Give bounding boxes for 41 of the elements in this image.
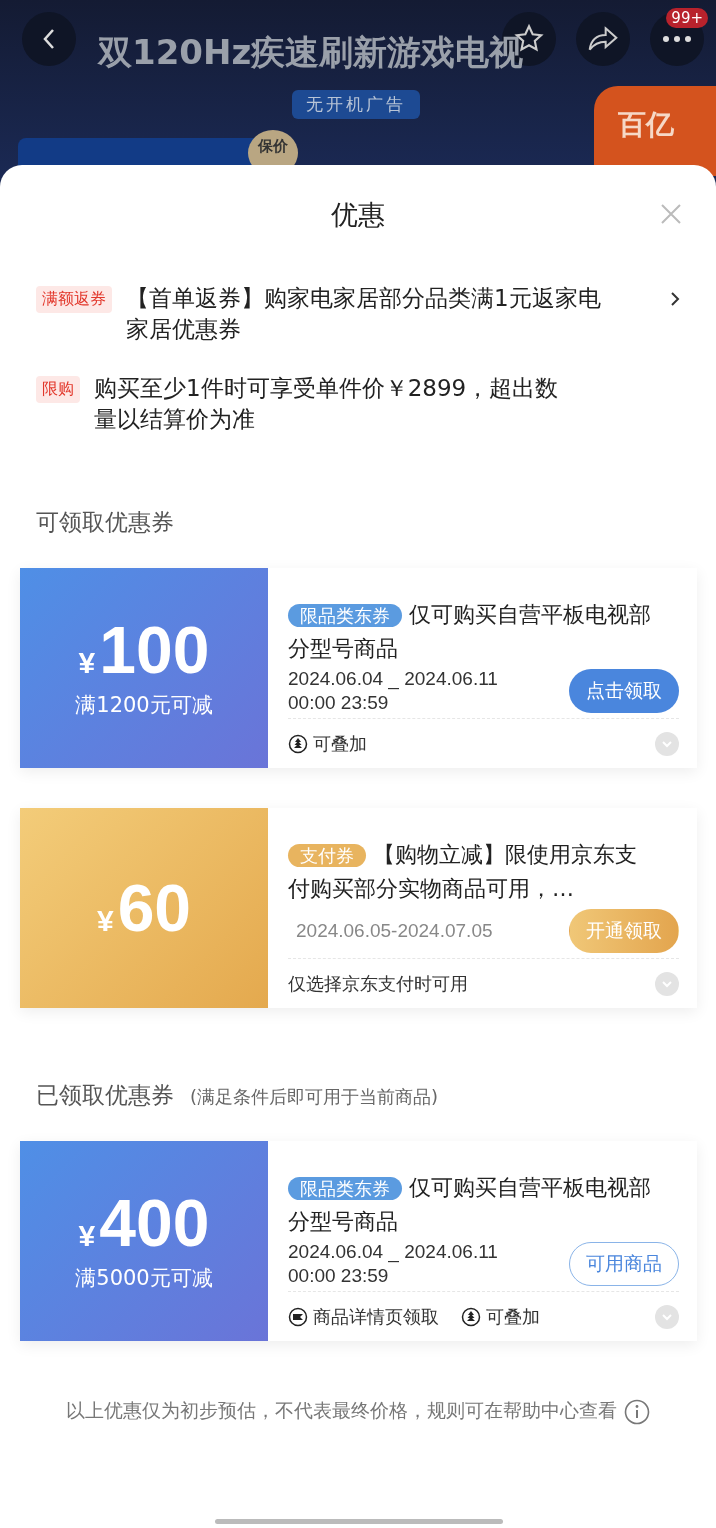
info-icon[interactable] xyxy=(623,1398,650,1425)
coupon-validity: 2024.06.04 _ 2024.06.11 00:00 23:59 xyxy=(288,667,498,716)
stack-icon xyxy=(461,1306,481,1327)
back-icon xyxy=(42,28,56,50)
offer-text: 购买至少1件时可享受单件价￥2899，超出数量以结算价为准 xyxy=(94,374,560,434)
coupon-button[interactable]: 可用商品 xyxy=(569,1242,679,1287)
disclaimer-text: 以上优惠仅为初步预估，不代表最终价格，规则可在帮助中心查看 xyxy=(50,1381,666,1427)
chevron-icon[interactable] xyxy=(670,291,680,307)
coupon-description: 限品类东券 仅可购买自营平板电视部分型号商品 xyxy=(288,1174,652,1236)
notification-badge: 99+ xyxy=(666,8,708,28)
close-icon xyxy=(660,203,682,225)
offer-tag: 满额返券 xyxy=(36,286,112,313)
coupon-footnote: 仅选择京东支付时可用 xyxy=(288,971,468,996)
coupon-amount: ¥400 xyxy=(78,1190,210,1256)
coupon-description: 限品类东券 仅可购买自营平板电视部分型号商品 xyxy=(288,601,652,663)
subsidy-badge: 百亿 xyxy=(594,86,716,176)
coupon-description: 支付券 【购物立减】限使用京东支付购买部分实物商品可用，… xyxy=(288,841,638,903)
coupon-validity: 2024.06.05-2024.07.05 xyxy=(295,919,493,944)
stack-icon xyxy=(288,733,308,754)
coupon-footnote: 商品详情页领取 xyxy=(313,1304,439,1329)
coupon-condition: 满5000元可减 xyxy=(75,1265,213,1292)
section-note: (满足条件后即可用于当前商品) xyxy=(190,1085,439,1109)
feature-badge: 无开机广告 xyxy=(292,90,420,119)
coupon-footnote: 可叠加 xyxy=(486,1304,540,1329)
flag-icon xyxy=(288,1306,308,1327)
offer-tag: 限购 xyxy=(36,376,80,403)
coupon-footnote: 可叠加 xyxy=(313,731,367,756)
coupon-button[interactable]: 开通领取 xyxy=(569,909,679,954)
coupon-amount: ¥100 xyxy=(78,617,210,683)
section-title: 可领取优惠券 xyxy=(36,508,174,537)
section-title: 已领取优惠券 xyxy=(36,1081,174,1110)
coupon-amount: ¥60 xyxy=(96,875,192,941)
sheet-title: 优惠 xyxy=(331,198,385,232)
back-button[interactable] xyxy=(22,12,76,66)
offer-text: 【首单返券】购家电家居部分品类满1元返家电家居优惠券 xyxy=(126,284,602,344)
share-button[interactable] xyxy=(576,12,630,66)
coupon-validity: 2024.06.04 _ 2024.06.11 00:00 23:59 xyxy=(288,1240,498,1289)
more-icon xyxy=(662,35,692,43)
product-title: 双120Hz疾速刷新游戏电视 xyxy=(98,31,524,74)
coupon-button[interactable]: 点击领取 xyxy=(569,669,679,714)
coupon-condition: 满1200元可减 xyxy=(75,692,213,719)
